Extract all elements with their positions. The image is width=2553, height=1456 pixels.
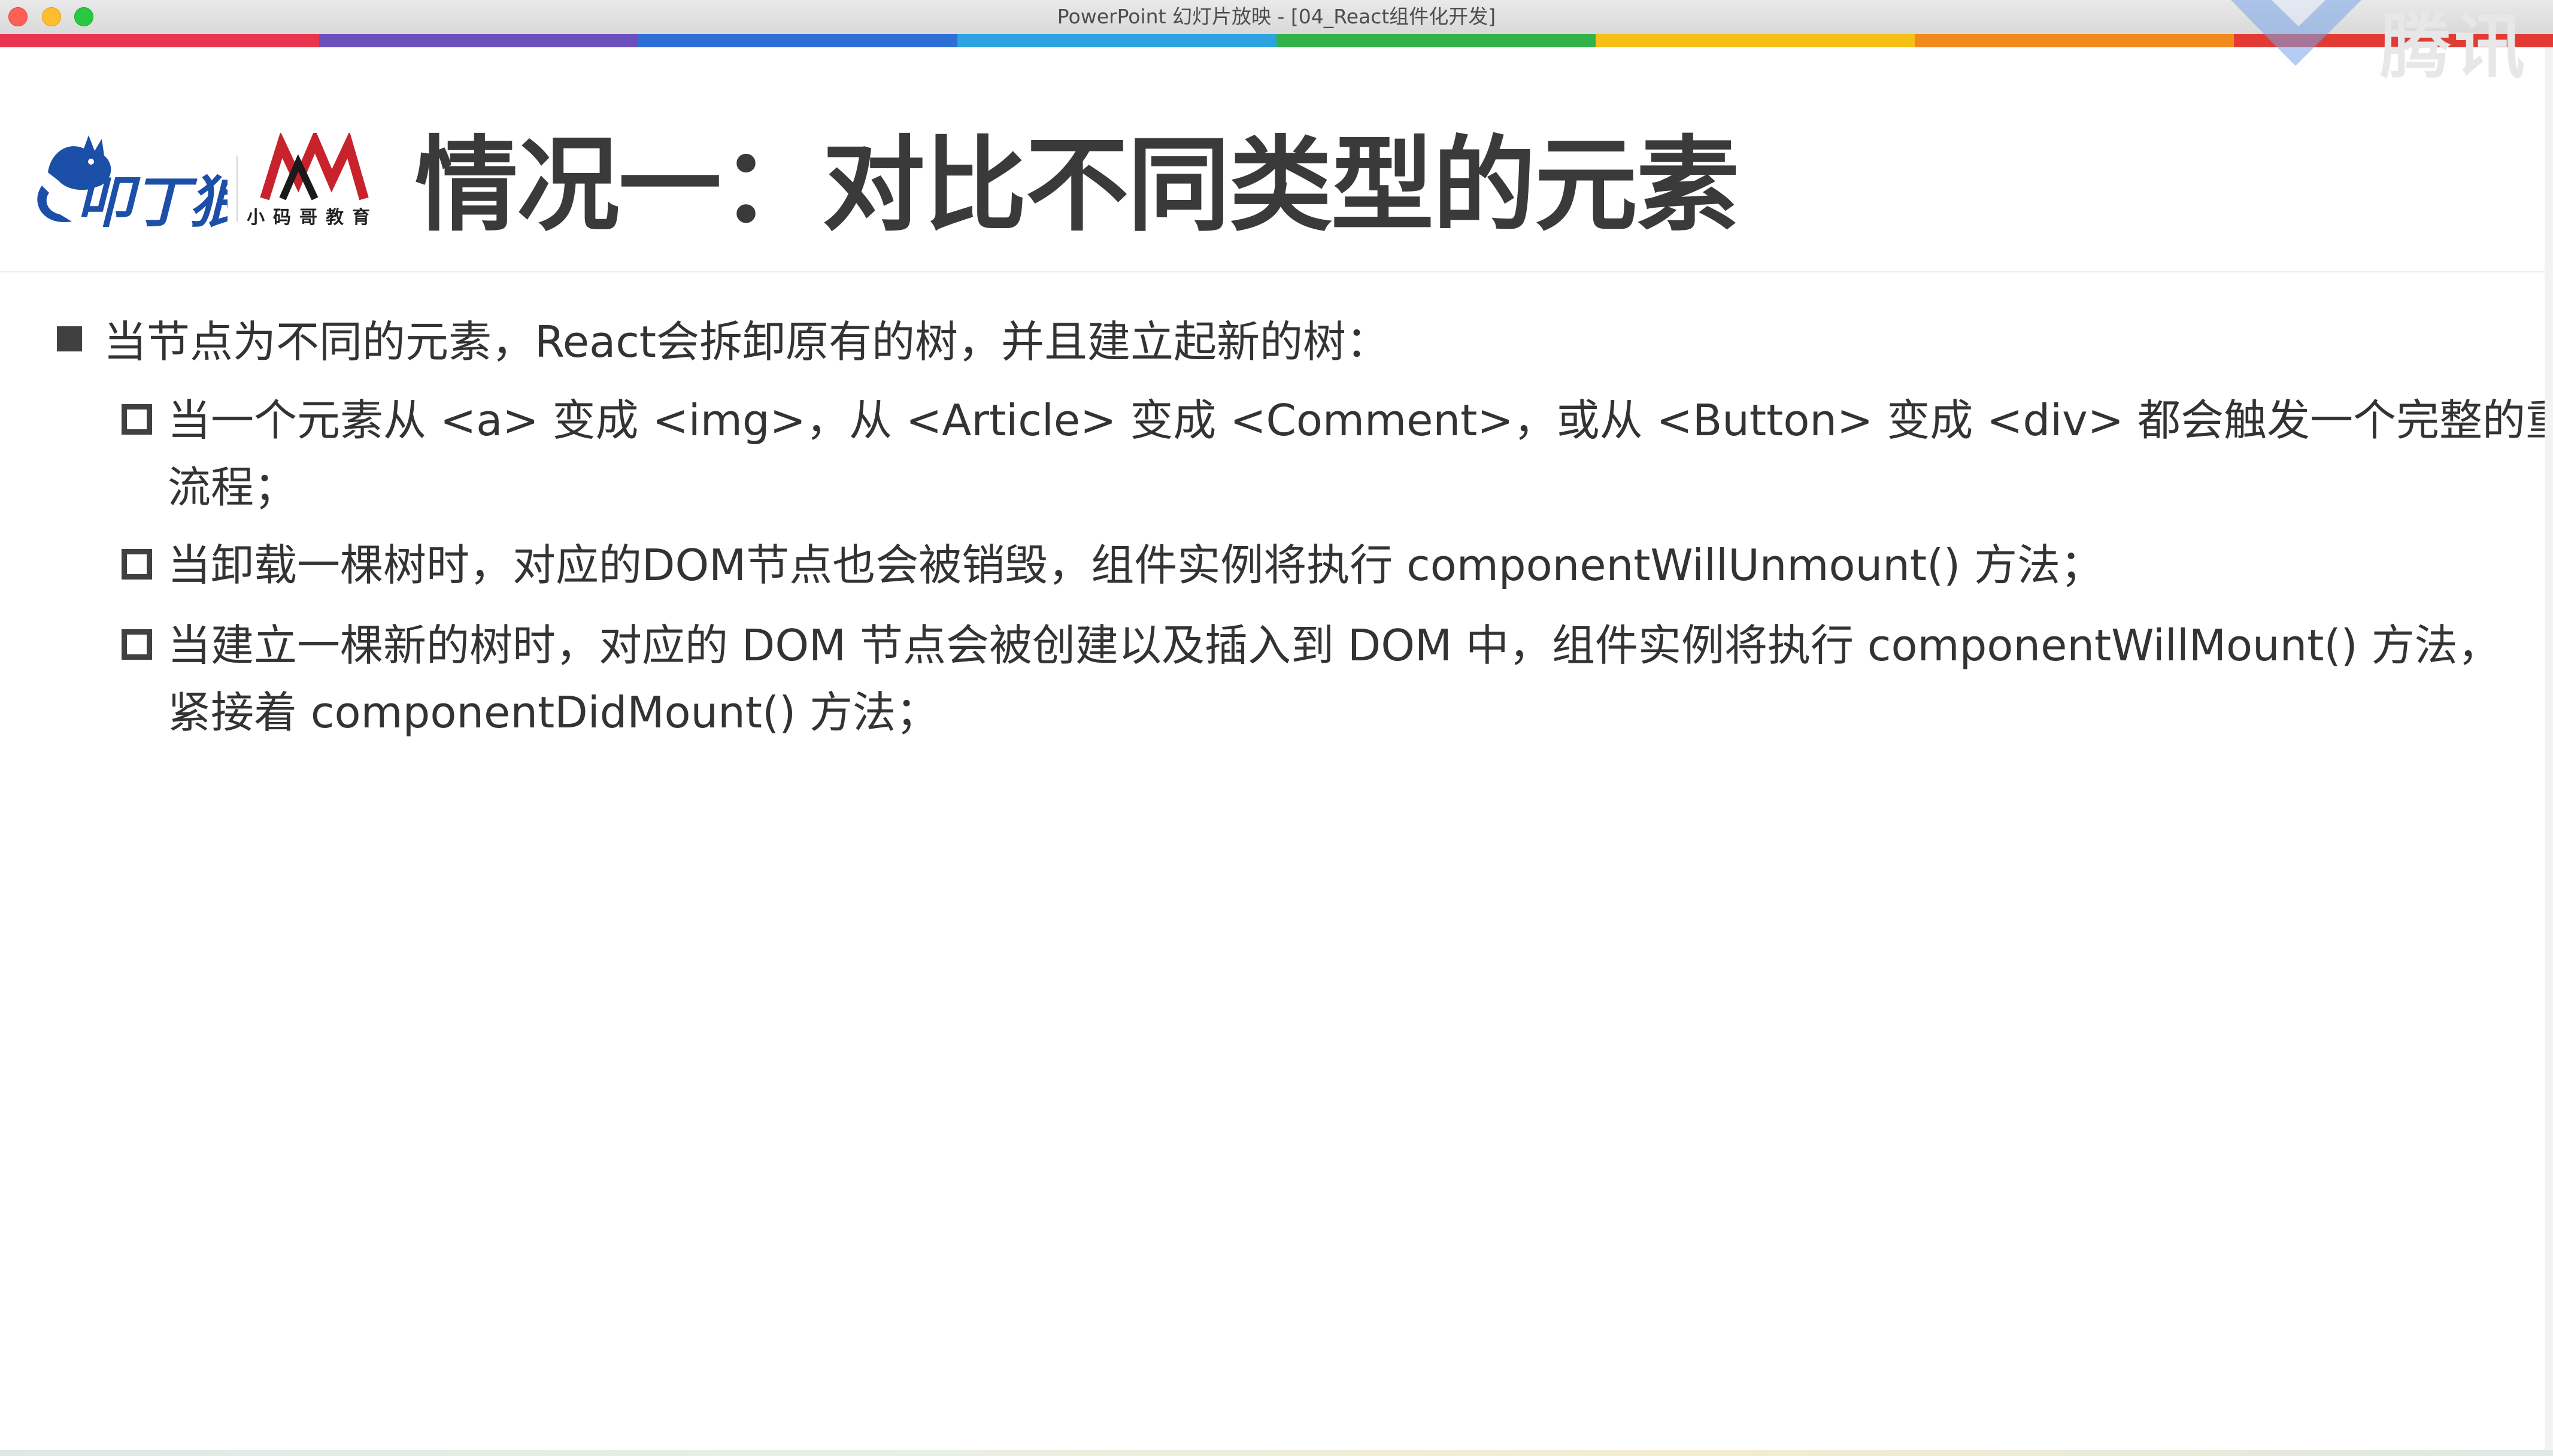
color-stripe-segment (0, 34, 319, 47)
sub-item-3: 当建立一棵新的树时，对应的 DOM 节点会被创建以及插入到 DOM 中，组件实例… (168, 612, 2515, 746)
tencent-watermark-text: 腾讯 (2380, 5, 2529, 88)
sub-item-3-line-2: 紧接着 componentDidMount() 方法； (168, 687, 939, 738)
sub-bullet-hollow-square-icon (122, 629, 152, 660)
slide-right-edge (2545, 47, 2553, 1450)
sub-item-3-line-1: 当建立一棵新的树时，对应的 DOM 节点会被创建以及插入到 DOM 中，组件实例… (168, 620, 2501, 671)
sub-item-1-line-1: 当一个元素从 <a> 变成 <img>，从 <Article> 变成 <Comm… (168, 395, 2553, 445)
xmg-logo-text: 小码哥教育 (247, 207, 378, 228)
main-bullet-text: 当节点为不同的元素，React会拆卸原有的树，并且建立起新的树： (104, 317, 1390, 367)
color-stripe-segment (319, 34, 638, 47)
color-stripe (0, 34, 2553, 47)
sub-item-1-line-2: 流程； (168, 462, 298, 512)
slide-title: 情况一：对比不同类型的元素 (415, 125, 1739, 245)
svg-text:叩丁狼: 叩丁狼 (77, 170, 228, 233)
slide-bottom-edge (0, 1450, 2553, 1456)
color-stripe-segment (638, 34, 957, 47)
sub-item-2: 当卸载一棵树时，对应的DOM节点也会被销毁，组件实例将执行 componentW… (168, 532, 2515, 599)
color-stripe-segment (1596, 34, 1915, 47)
sub-bullet-hollow-square-icon (122, 549, 152, 580)
window-title: PowerPoint 幻灯片放映 - [04_React组件化开发] (1057, 5, 1496, 28)
wolf-logo-icon: 叩丁狼 (37, 135, 228, 233)
color-stripe-segment (1915, 34, 2234, 47)
color-stripe-segment (1276, 34, 1596, 47)
window-titlebar: PowerPoint 幻灯片放映 - [04_React组件化开发] (0, 0, 2553, 35)
sub-item-2-line-1: 当卸载一棵树时，对应的DOM节点也会被销毁，组件实例将执行 componentW… (168, 540, 2104, 590)
sub-bullet-hollow-square-icon (122, 404, 152, 435)
logo-divider (236, 156, 238, 222)
sub-item-1: 当一个元素从 <a> 变成 <img>，从 <Article> 变成 <Comm… (168, 387, 2553, 521)
bullet-square-icon (57, 326, 82, 351)
tencent-watermark-icon (2231, 0, 2361, 66)
color-stripe-segment (957, 34, 1276, 47)
